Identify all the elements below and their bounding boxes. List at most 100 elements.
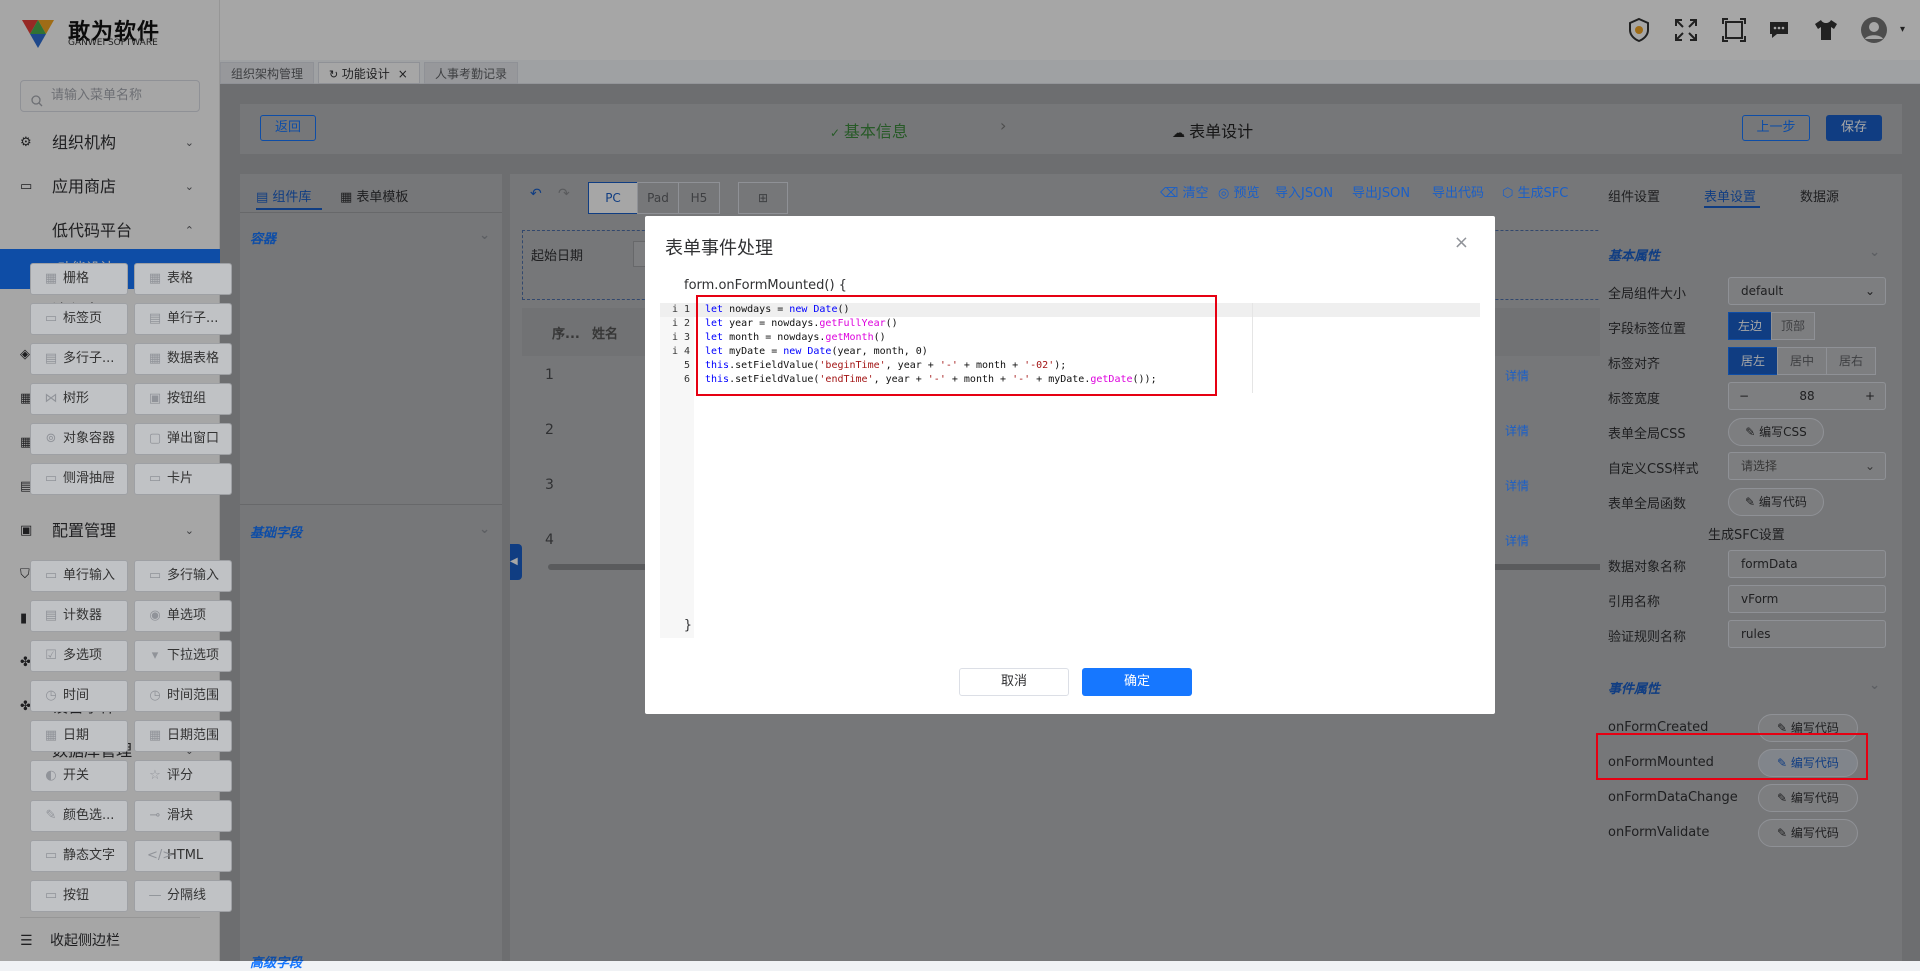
line-number: i 4: [671, 346, 690, 357]
widget-button[interactable]: ◉ 单选项: [134, 600, 232, 632]
toolbar-2-button[interactable]: 导入JSON: [1275, 182, 1333, 201]
widget-button[interactable]: ▦ 栅格: [30, 263, 128, 295]
widget-label: 日期: [63, 728, 90, 743]
widget-button[interactable]: ✎ 颜色选...: [30, 800, 128, 832]
widget-button[interactable]: — 分隔线: [134, 880, 232, 912]
widget-icon: </>: [147, 848, 174, 863]
eye-icon: ◎: [1218, 186, 1234, 201]
widget-icon: ▭: [148, 568, 162, 583]
widget-label: 时间: [63, 688, 90, 703]
widget-button[interactable]: ▦ 日期范围: [134, 720, 232, 752]
widget-label: 侧滑抽屉: [63, 471, 116, 486]
widget-icon: ▭: [148, 471, 162, 486]
confirm-button[interactable]: 确定: [1082, 668, 1192, 696]
widget-label: 多行子...: [63, 351, 115, 366]
widget-label: 数据表格: [167, 351, 220, 366]
widget-button[interactable]: ▭ 单行输入: [30, 560, 128, 592]
widget-icon: ▭: [44, 311, 58, 326]
widget-button[interactable]: ▣ 按钮组: [134, 383, 232, 415]
cancel-button[interactable]: 取消: [959, 668, 1069, 696]
toolbar-label: 导出代码: [1432, 186, 1485, 201]
widget-button[interactable]: </> HTML: [134, 840, 232, 872]
widget-button[interactable]: ▢ 弹出窗口: [134, 423, 232, 455]
widget-label: 对象容器: [63, 431, 116, 446]
widget-button[interactable]: ☑ 多选项: [30, 640, 128, 672]
widget-icon: —: [148, 888, 162, 903]
widget-label: 颜色选...: [63, 808, 115, 823]
widget-button[interactable]: ⊚ 对象容器: [30, 423, 128, 455]
row-index: 3: [545, 477, 554, 493]
widget-button[interactable]: ▭ 标签页: [30, 303, 128, 335]
toolbar-5-button[interactable]: ⬡ 生成SFC: [1502, 182, 1568, 201]
widget-button[interactable]: ☆ 评分: [134, 760, 232, 792]
widget-button[interactable]: ◐ 开关: [30, 760, 128, 792]
widget-icon: ⋈: [44, 391, 58, 406]
widget-button[interactable]: ▾ 下拉选项: [134, 640, 232, 672]
widget-label: 标签页: [63, 311, 103, 326]
widget-button[interactable]: ▦ 表格: [134, 263, 232, 295]
widget-label: 按钮: [63, 888, 90, 903]
highlight-box-code: [696, 295, 1217, 396]
toolbar-label: 清空: [1182, 186, 1209, 201]
widget-button[interactable]: ▭ 卡片: [134, 463, 232, 495]
widget-button[interactable]: ⋈ 树形: [30, 383, 128, 415]
widget-label: 卡片: [167, 471, 194, 486]
widget-icon: ▦: [148, 351, 162, 366]
widget-button[interactable]: ▭ 多行输入: [134, 560, 232, 592]
toolbar-0-button[interactable]: ⌫ 清空: [1160, 182, 1209, 201]
widget-button[interactable]: ▤ 计数器: [30, 600, 128, 632]
widget-label: 分隔线: [167, 888, 207, 903]
trash-icon: ⌫: [1160, 186, 1183, 201]
toolbar-label: 生成SFC: [1517, 186, 1569, 201]
widget-label: 表格: [167, 271, 194, 286]
row-detail-link[interactable]: 详情: [1505, 477, 1529, 494]
toolbar-3-button[interactable]: 导出JSON: [1352, 182, 1410, 201]
highlight-box-event: [1596, 733, 1868, 780]
widget-icon: ▦: [44, 271, 58, 286]
toolbar-label: 导入JSON: [1275, 186, 1334, 201]
widget-icon: ◉: [149, 608, 161, 623]
widget-icon: ▢: [148, 431, 162, 446]
widget-icon: ◐: [45, 768, 57, 783]
row-detail-link[interactable]: 详情: [1505, 532, 1529, 549]
widget-icon: ⊚: [45, 431, 57, 446]
widget-icon: ▭: [44, 568, 58, 583]
widget-label: 栅格: [63, 271, 90, 286]
widget-label: 单行子...: [167, 311, 219, 326]
line-number: i 1: [671, 304, 690, 315]
row-detail-link[interactable]: 详情: [1505, 367, 1529, 384]
widget-label: 计数器: [63, 608, 103, 623]
widget-button[interactable]: ▦ 日期: [30, 720, 128, 752]
line-number: 6: [683, 374, 690, 385]
row-index: 2: [545, 422, 554, 438]
widget-icon: ▭: [44, 471, 58, 486]
toolbar-4-button[interactable]: 导出代码: [1432, 182, 1484, 201]
widget-icon: ☑: [45, 648, 57, 663]
widget-button[interactable]: ▦ 数据表格: [134, 343, 232, 375]
widget-button[interactable]: ▤ 单行子...: [134, 303, 232, 335]
toolbar-1-button[interactable]: ◎ 预览: [1218, 182, 1260, 201]
widget-button[interactable]: ◷ 时间范围: [134, 680, 232, 712]
toolbar-label: 导出JSON: [1352, 186, 1411, 201]
row-detail-link[interactable]: 详情: [1505, 422, 1529, 439]
widget-label: 单行输入: [63, 568, 116, 583]
widget-button[interactable]: ◷ 时间: [30, 680, 128, 712]
widget-label: 评分: [167, 768, 194, 783]
widget-icon: ▤: [148, 311, 162, 326]
line-number: i 3: [671, 332, 690, 343]
widget-button[interactable]: ⊸ 滑块: [134, 800, 232, 832]
widget-label: 树形: [63, 391, 90, 406]
dialog-title: 表单事件处理: [665, 238, 773, 259]
widget-button[interactable]: ▭ 静态文字: [30, 840, 128, 872]
widget-button[interactable]: ▤ 多行子...: [30, 343, 128, 375]
widget-label: 开关: [63, 768, 90, 783]
close-icon[interactable]: ×: [1454, 232, 1469, 253]
row-index: 4: [545, 532, 554, 548]
widget-button[interactable]: ▭ 按钮: [30, 880, 128, 912]
cube-icon: ⬡: [1502, 186, 1518, 201]
widget-icon: ▤: [44, 608, 58, 623]
widget-icon: ✎: [45, 808, 57, 823]
widget-icon: ▭: [44, 848, 58, 863]
widget-icon: ⊸: [149, 808, 161, 823]
widget-button[interactable]: ▭ 侧滑抽屉: [30, 463, 128, 495]
